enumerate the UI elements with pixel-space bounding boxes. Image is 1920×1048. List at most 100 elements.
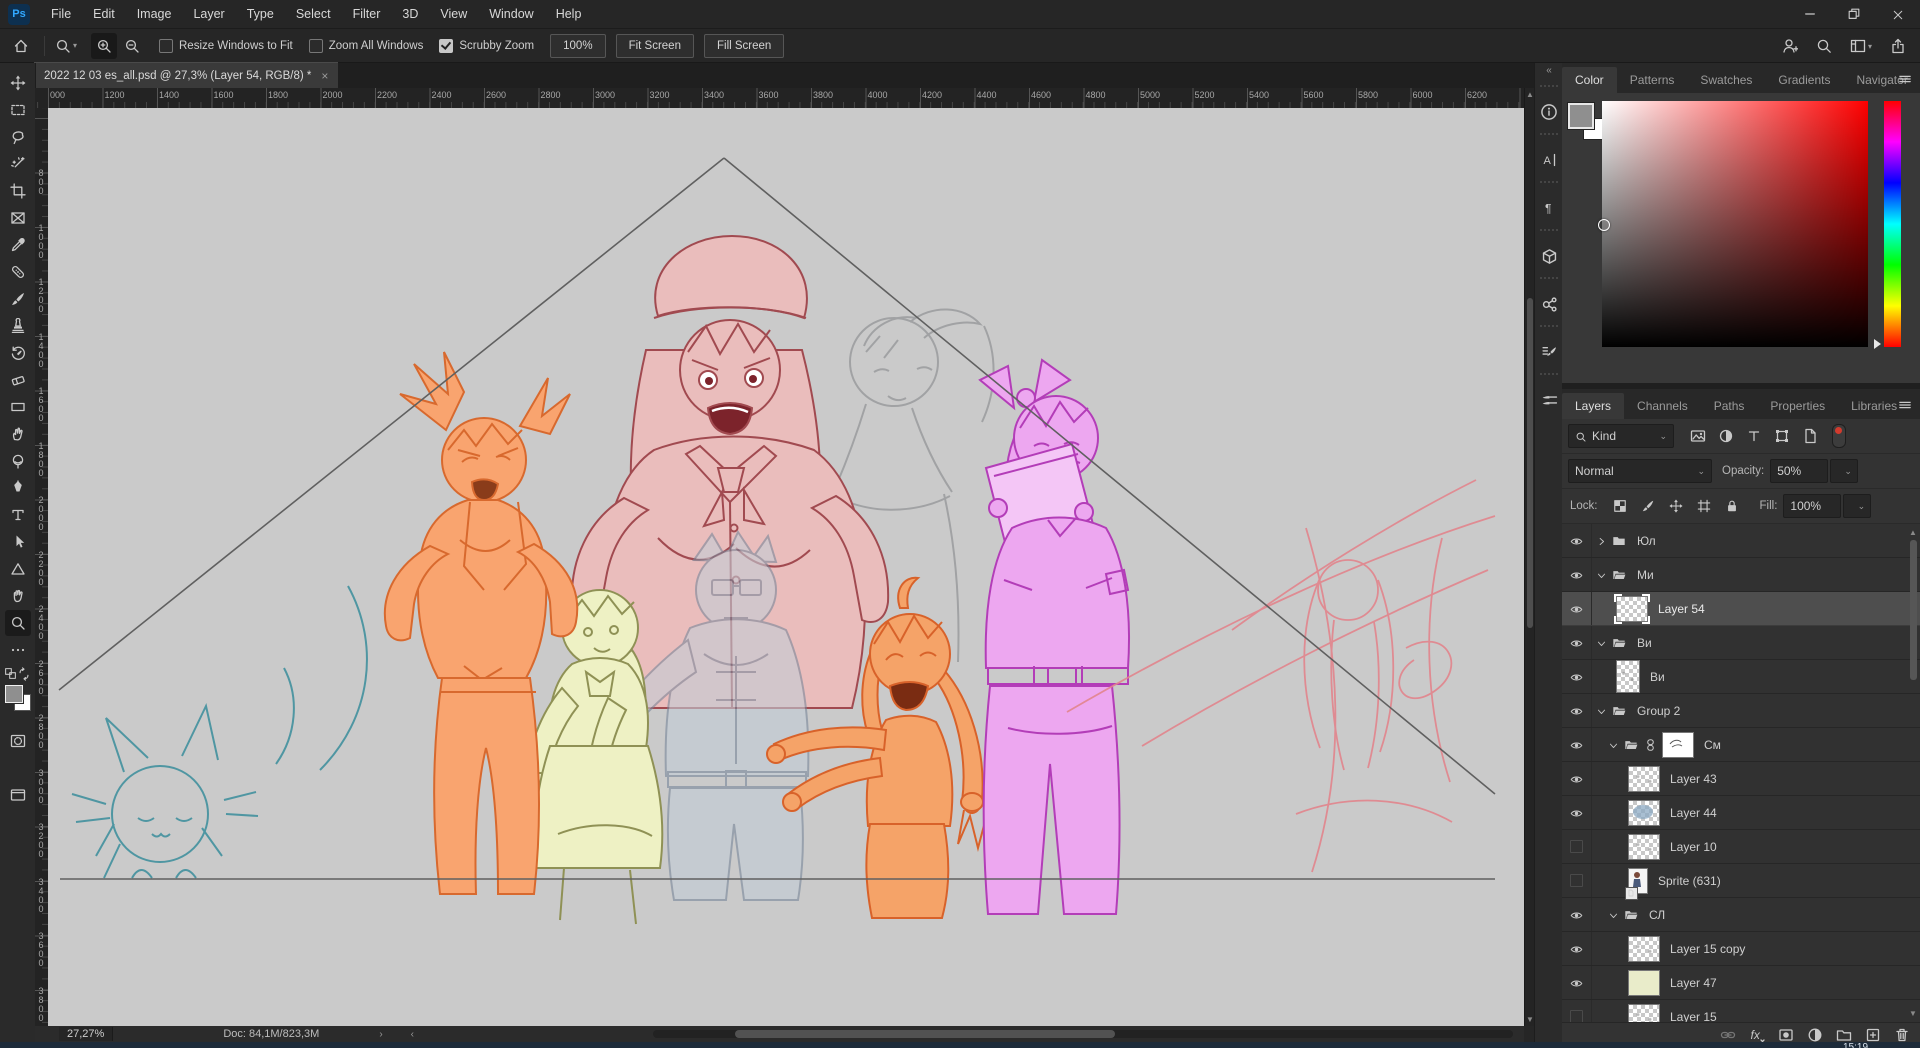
zoom-tool-indicator[interactable]: ▾ xyxy=(53,33,79,59)
document-canvas[interactable] xyxy=(48,108,1524,1026)
layer-thumbnail[interactable] xyxy=(1628,935,1660,962)
fill-scrubber[interactable]: ⌄ xyxy=(1843,494,1872,518)
hue-slider-arrow-icon[interactable] xyxy=(1874,339,1881,349)
visibility-toggle[interactable] xyxy=(1562,728,1592,761)
tool-type[interactable] xyxy=(5,502,31,528)
tool-marquee[interactable] xyxy=(5,97,31,123)
panel-tab-properties[interactable]: Properties xyxy=(1757,393,1838,419)
visibility-toggle[interactable] xyxy=(1562,898,1592,931)
tool-pen[interactable] xyxy=(5,475,31,501)
color-cursor[interactable] xyxy=(1598,219,1610,231)
visibility-toggle[interactable] xyxy=(1562,626,1592,659)
tool-eyedropper[interactable] xyxy=(5,232,31,258)
chevron-right-icon[interactable] xyxy=(1596,534,1607,548)
expand-dock-icon[interactable]: « xyxy=(1535,63,1563,79)
learn-panel-icon[interactable] xyxy=(1536,289,1562,319)
foreground-color-swatch[interactable] xyxy=(1567,102,1595,130)
restore-button[interactable] xyxy=(1832,0,1876,28)
visibility-toggle[interactable] xyxy=(1562,830,1592,863)
menu-layer[interactable]: Layer xyxy=(182,0,235,28)
chevron-down-icon[interactable] xyxy=(1608,908,1619,922)
tool-move[interactable] xyxy=(5,70,31,96)
new-group-button[interactable] xyxy=(1836,1027,1852,1043)
menu-window[interactable]: Window xyxy=(478,0,544,28)
horizontal-scroll-thumb[interactable] xyxy=(735,1030,1115,1038)
visibility-toggle[interactable] xyxy=(1562,1000,1592,1022)
layers-scrollbar[interactable]: ▲ ▼ xyxy=(1909,528,1918,1018)
scroll-down-icon[interactable]: ▼ xyxy=(1909,1009,1917,1018)
new-layer-button[interactable] xyxy=(1865,1027,1881,1043)
lock-paint-icon[interactable] xyxy=(1636,496,1660,516)
hue-strip[interactable] xyxy=(1884,101,1901,347)
lock-move-icon[interactable] xyxy=(1664,496,1688,516)
chevron-down-icon[interactable] xyxy=(1596,568,1607,582)
layer-row[interactable]: Sprite (631) xyxy=(1562,864,1920,900)
layer-mask-button[interactable] xyxy=(1778,1027,1794,1043)
layer-row[interactable]: Layer 43 xyxy=(1562,762,1920,796)
group-row[interactable]: См xyxy=(1562,728,1920,762)
layer-row[interactable]: Layer 15 copy xyxy=(1562,932,1920,966)
tool-smudge[interactable] xyxy=(5,421,31,447)
group-row[interactable]: Ми xyxy=(1562,558,1920,592)
layer-thumbnail[interactable] xyxy=(1628,765,1660,792)
home-button[interactable] xyxy=(8,33,34,59)
cube-panel-icon[interactable] xyxy=(1536,241,1562,271)
panel-tab-layers[interactable]: Layers xyxy=(1562,393,1625,419)
layer-thumbnail[interactable] xyxy=(1628,799,1660,826)
panel-tab-gradients[interactable]: Gradients xyxy=(1765,67,1843,93)
tool-shape[interactable] xyxy=(5,556,31,582)
zoom-in-button[interactable] xyxy=(91,32,117,59)
menu-select[interactable]: Select xyxy=(285,0,342,28)
lock-artboard-icon[interactable] xyxy=(1692,496,1716,516)
layer-row[interactable]: Layer 54 xyxy=(1562,592,1920,626)
layer-thumbnail[interactable] xyxy=(1614,593,1650,624)
panel-tab-color[interactable]: Color xyxy=(1562,67,1617,93)
vertical-scroll-thumb[interactable] xyxy=(1527,298,1533,628)
chevron-down-icon[interactable] xyxy=(1596,704,1607,718)
opacity-scrubber[interactable]: ⌄ xyxy=(1830,459,1859,483)
opacity-field[interactable]: 50% xyxy=(1770,459,1829,483)
layer-row[interactable]: Layer 47 xyxy=(1562,966,1920,1000)
mask-thumbnail[interactable] xyxy=(1662,731,1694,758)
filter-pixel-layers-icon[interactable] xyxy=(1686,426,1710,446)
menu-view[interactable]: View xyxy=(429,0,478,28)
saturation-brightness-field[interactable] xyxy=(1598,101,1868,347)
layer-row[interactable]: Layer 44 xyxy=(1562,796,1920,830)
layer-row[interactable]: Layer 15 xyxy=(1562,1000,1920,1022)
canvas-horizontal-scrollbar[interactable] xyxy=(653,1030,1513,1038)
visibility-toggle[interactable] xyxy=(1562,660,1592,693)
fit-screen-button[interactable]: Fit Screen xyxy=(615,33,694,58)
scroll-down-icon[interactable]: ▼ xyxy=(1526,1015,1534,1024)
screen-mode-button[interactable] xyxy=(5,782,31,808)
close-tab-icon[interactable]: × xyxy=(321,69,328,83)
panel-tab-patterns[interactable]: Patterns xyxy=(1617,67,1688,93)
character-panel-icon[interactable]: A xyxy=(1536,145,1562,175)
quick-mask-button[interactable] xyxy=(5,728,31,754)
tool-zoom[interactable] xyxy=(4,610,31,636)
visibility-toggle[interactable] xyxy=(1562,762,1592,795)
group-row[interactable]: Group 2 xyxy=(1562,694,1920,728)
panel-tab-paths[interactable]: Paths xyxy=(1701,393,1758,419)
tool-frame[interactable] xyxy=(5,205,31,231)
fill-screen-button[interactable]: Fill Screen xyxy=(703,33,785,58)
paragraph-panel-icon[interactable]: ¶ xyxy=(1536,193,1562,223)
menu-type[interactable]: Type xyxy=(236,0,285,28)
tool-stamp[interactable] xyxy=(5,313,31,339)
visibility-toggle[interactable] xyxy=(1562,932,1592,965)
lock-all-icon[interactable] xyxy=(1720,496,1744,516)
zoom-level-field[interactable]: 27,27% xyxy=(59,1027,114,1041)
visibility-toggle[interactable] xyxy=(1562,592,1592,625)
chevron-down-icon[interactable] xyxy=(1596,636,1607,650)
link-layers-button[interactable] xyxy=(1720,1027,1736,1043)
panel-menu-icon[interactable] xyxy=(1898,397,1912,412)
layer-thumbnail[interactable] xyxy=(1628,1003,1660,1022)
visibility-toggle[interactable] xyxy=(1562,796,1592,829)
zoom-100-button[interactable]: 100% xyxy=(550,33,606,58)
filter-adjustment-layers-icon[interactable] xyxy=(1714,426,1738,446)
tool-wand[interactable] xyxy=(5,151,31,177)
group-row[interactable]: СЛ xyxy=(1562,898,1920,932)
fill-field[interactable]: 100% xyxy=(1783,494,1842,518)
menu-edit[interactable]: Edit xyxy=(82,0,126,28)
scroll-left-icon[interactable]: ‹ xyxy=(411,1029,414,1040)
checkbox-resize-windows-to-fit[interactable]: Resize Windows to Fit xyxy=(159,38,293,53)
